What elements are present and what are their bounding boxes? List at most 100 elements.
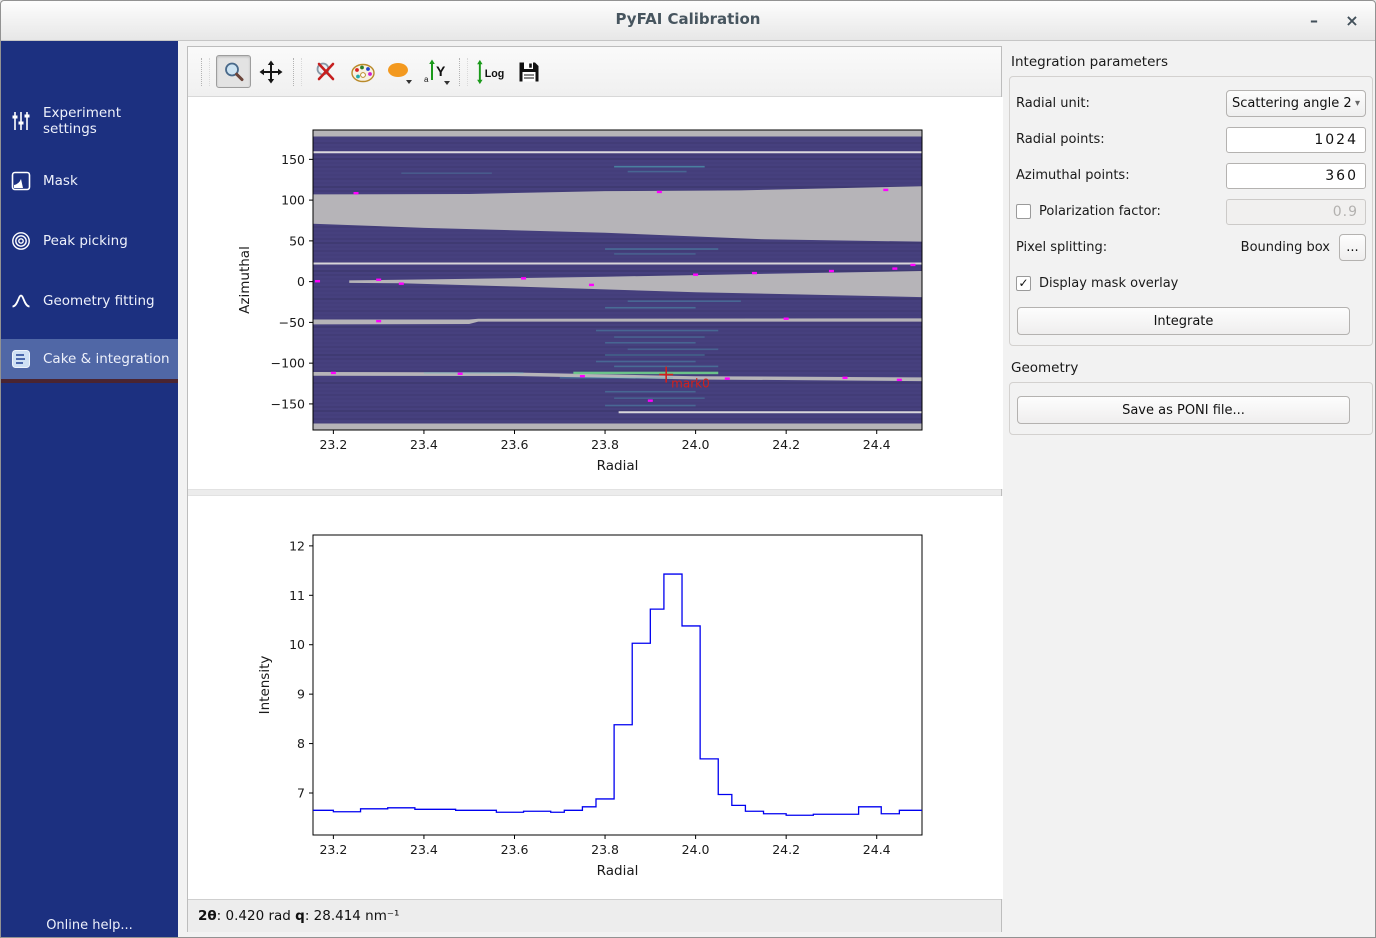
cake-integration-icon (11, 348, 33, 370)
svg-text:100: 100 (281, 193, 305, 208)
palette-icon (350, 60, 376, 84)
radial-points-label: Radial points: (1016, 132, 1226, 147)
zoom-tool-button[interactable] (216, 55, 251, 88)
svg-text:Log: Log (485, 67, 505, 79)
log-scale-button[interactable]: Log (474, 55, 509, 88)
integration-parameters-title: Integration parameters (1011, 54, 1373, 70)
sidebar: Experiment settings Mask Peak picking Ge… (1, 41, 178, 938)
svg-text:23.4: 23.4 (410, 437, 438, 452)
plot-toolbar: aY Log (188, 47, 1001, 97)
integration-plot-1d[interactable]: 23.223.423.623.824.024.224.4121110987Rad… (188, 496, 1003, 899)
svg-text:23.4: 23.4 (410, 842, 438, 857)
checkmark-icon: ✓ (1018, 276, 1028, 290)
mask-overlay-checkbox[interactable]: ✓ (1016, 276, 1031, 291)
svg-text:8: 8 (297, 736, 305, 751)
radial-unit-select[interactable]: Scattering angle 2θ (rad) ▾ (1226, 90, 1366, 117)
radial-points-input[interactable] (1226, 127, 1366, 153)
status-q-label: q (295, 908, 305, 924)
svg-text:10: 10 (289, 637, 305, 652)
integration-parameters-group: Radial unit: Scattering angle 2θ (rad) ▾… (1009, 76, 1373, 346)
close-button[interactable]: × (1339, 8, 1365, 34)
polarization-label: Polarization factor: (1039, 204, 1226, 219)
radial-unit-value: Scattering angle 2θ (rad) (1232, 96, 1351, 111)
sidebar-item-label: Cake & integration (43, 351, 170, 367)
polarization-checkbox[interactable] (1016, 204, 1031, 219)
svg-text:23.2: 23.2 (319, 842, 347, 857)
save-poni-button[interactable]: Save as PONI file... (1017, 396, 1350, 424)
pan-tool-button[interactable] (253, 55, 288, 88)
toolbar-separator (293, 58, 302, 86)
svg-text:mark0: mark0 (671, 377, 710, 391)
svg-text:0: 0 (297, 274, 305, 289)
svg-text:23.6: 23.6 (501, 842, 529, 857)
window-title: PyFAI Calibration (1, 10, 1375, 28)
radial-unit-label: Radial unit: (1016, 96, 1226, 111)
pan-arrows-icon (259, 60, 283, 84)
sidebar-item-label: Experiment settings (43, 105, 178, 137)
svg-text:23.2: 23.2 (319, 437, 347, 452)
svg-text:a: a (424, 75, 429, 84)
svg-text:9: 9 (297, 687, 305, 702)
sidebar-item-cake-integration[interactable]: Cake & integration (1, 339, 178, 383)
save-button[interactable] (511, 55, 546, 88)
chevron-down-icon: ▾ (1355, 98, 1360, 109)
svg-text:23.8: 23.8 (591, 842, 619, 857)
titlebar: PyFAI Calibration – × (1, 1, 1375, 41)
svg-text:7: 7 (297, 785, 305, 800)
y-axis-orientation-button[interactable]: aY (419, 55, 454, 88)
sidebar-item-geometry-fitting[interactable]: Geometry fitting (1, 279, 178, 323)
toolbar-handle (201, 58, 210, 86)
zoom-reset-button[interactable] (308, 55, 343, 88)
svg-text:−100: −100 (271, 356, 305, 371)
azimuthal-points-input[interactable] (1226, 163, 1366, 189)
integration-panel: Integration parameters Radial unit: Scat… (1009, 46, 1373, 932)
minimize-button[interactable]: – (1301, 8, 1327, 34)
svg-text:Azimuthal: Azimuthal (237, 246, 253, 314)
svg-text:24.2: 24.2 (772, 437, 800, 452)
status-bar: 2θ: 0.420 rad q: 28.414 nm⁻¹ (188, 899, 1001, 932)
svg-text:11: 11 (289, 588, 305, 603)
plot-splitter[interactable] (188, 489, 1001, 496)
azimuthal-points-label: Azimuthal points: (1016, 168, 1226, 183)
pixel-splitting-value: Bounding box (1241, 240, 1330, 255)
geometry-group: Save as PONI file... (1009, 382, 1373, 435)
svg-text:24.0: 24.0 (682, 842, 710, 857)
svg-text:23.6: 23.6 (501, 437, 529, 452)
colormap-button[interactable] (345, 55, 380, 88)
svg-text:−150: −150 (271, 396, 305, 411)
pixel-splitting-label: Pixel splitting: (1016, 240, 1241, 255)
integrate-button[interactable]: Integrate (1017, 307, 1350, 335)
peak-curve-icon (11, 290, 33, 312)
status-q-value: : 28.414 nm⁻¹ (305, 908, 400, 924)
svg-text:−50: −50 (279, 315, 305, 330)
log-scale-icon: Log (475, 59, 508, 85)
sidebar-item-mask[interactable]: Mask (1, 159, 178, 203)
svg-text:Radial: Radial (597, 458, 639, 474)
cake-plot-2d[interactable]: 23.223.423.623.824.024.224.4150100500−50… (188, 97, 1003, 489)
svg-text:24.4: 24.4 (863, 437, 891, 452)
zoom-reset-icon (314, 60, 338, 84)
mask-tool-button[interactable] (382, 55, 417, 88)
sliders-icon (11, 110, 33, 132)
mask-icon (11, 170, 33, 192)
status-2theta-label: 2θ (198, 908, 217, 924)
pixel-splitting-more-button[interactable]: ... (1339, 234, 1366, 261)
sidebar-item-peak-picking[interactable]: Peak picking (1, 219, 178, 263)
svg-text:Radial: Radial (597, 863, 639, 879)
svg-text:23.8: 23.8 (591, 437, 619, 452)
polarization-input[interactable] (1226, 199, 1366, 225)
status-2theta-value: : 0.420 rad (217, 908, 295, 924)
target-rings-icon (11, 230, 33, 252)
sidebar-item-label: Peak picking (43, 233, 128, 249)
svg-text:12: 12 (289, 538, 305, 553)
floppy-disk-icon (517, 60, 541, 84)
svg-text:150: 150 (281, 152, 305, 167)
svg-text:Y: Y (436, 63, 446, 79)
online-help-link[interactable]: Online help... (1, 918, 178, 933)
svg-text:Intensity: Intensity (257, 656, 273, 715)
svg-text:24.4: 24.4 (863, 842, 891, 857)
y-axis-arrow-icon: aY (423, 59, 451, 85)
sidebar-item-label: Mask (43, 173, 78, 189)
sidebar-item-experiment-settings[interactable]: Experiment settings (1, 99, 178, 143)
svg-text:50: 50 (289, 233, 305, 248)
